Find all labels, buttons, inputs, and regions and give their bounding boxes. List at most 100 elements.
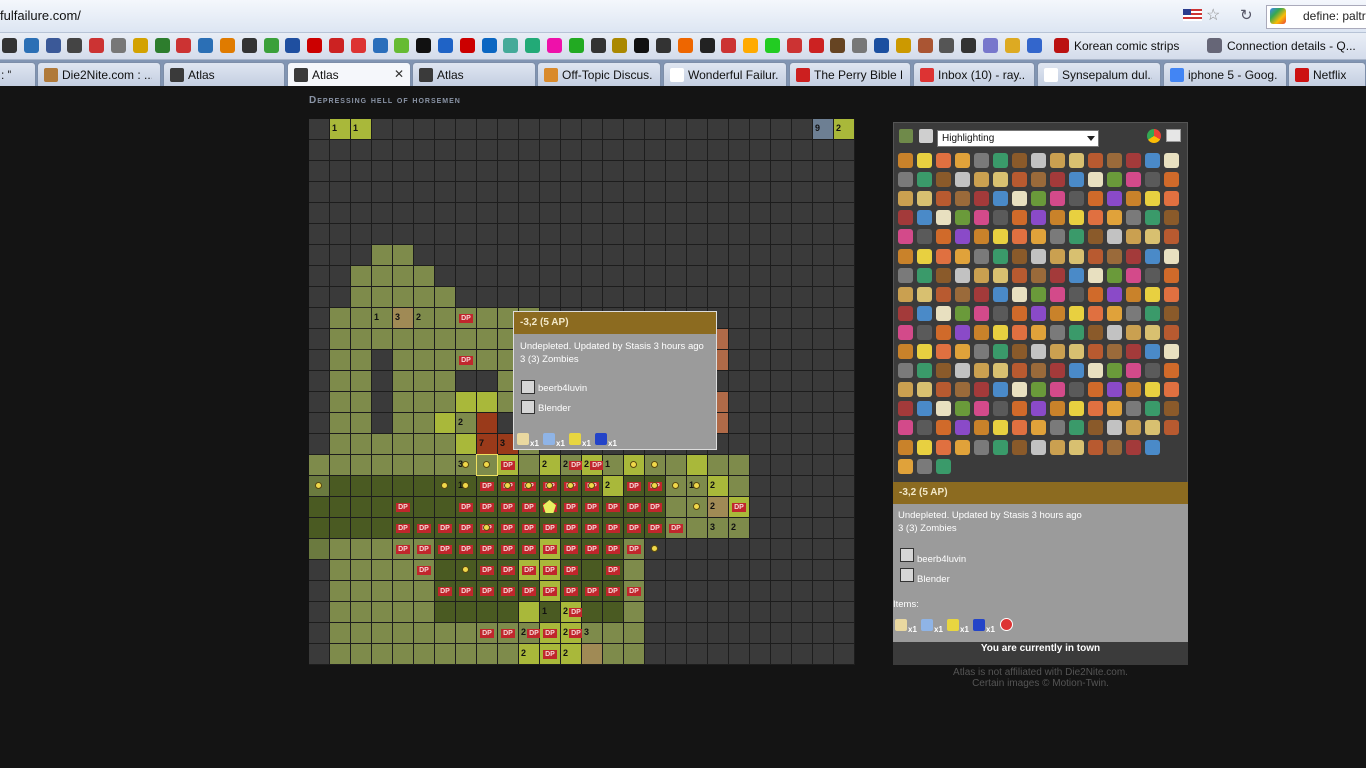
map-zone[interactable] [309,140,329,160]
map-zone[interactable] [372,203,392,223]
map-zone[interactable] [687,203,707,223]
item-filter-icon[interactable] [936,458,951,474]
item-filter-icon[interactable] [1031,210,1046,226]
map-zone[interactable] [771,434,791,454]
map-zone[interactable] [687,602,707,622]
item-filter-icon[interactable] [1012,153,1027,168]
map-zone[interactable]: 7 [477,434,497,454]
map-zone[interactable] [351,161,371,181]
map-zone[interactable] [582,140,602,160]
remove-icon[interactable] [1000,618,1013,631]
item-filter-icon[interactable] [993,305,1008,321]
item-filter-icon[interactable] [1126,191,1141,207]
map-zone[interactable] [792,434,812,454]
map-zone[interactable] [351,308,371,328]
item-filter-icon[interactable] [1050,191,1065,207]
map-zone[interactable] [792,455,812,475]
map-zone[interactable] [750,140,770,160]
map-zone[interactable] [792,476,812,496]
tools-icon[interactable] [919,129,933,143]
map-zone[interactable]: DP [603,518,623,538]
map-zone[interactable] [561,161,581,181]
map-zone[interactable] [414,413,434,433]
map-zone[interactable] [393,350,413,370]
item-filter-icon[interactable] [1107,229,1122,245]
map-zone[interactable] [330,161,350,181]
map-zone[interactable] [666,623,686,643]
item-filter-icon[interactable] [1069,382,1084,398]
item-filter-icon[interactable] [1031,363,1046,379]
item-filter-icon[interactable] [1164,172,1179,188]
map-zone[interactable] [372,392,392,412]
map-zone[interactable] [792,203,812,223]
item-filter-icon[interactable] [936,344,951,359]
item-filter-icon[interactable] [1088,382,1103,398]
map-zone[interactable] [330,203,350,223]
map-zone[interactable] [771,287,791,307]
map-zone[interactable] [729,455,749,475]
map-zone[interactable] [351,266,371,286]
item-filter-icon[interactable] [974,382,989,398]
item-filter-icon[interactable] [1012,305,1027,321]
map-zone[interactable]: 2 DP [561,623,583,643]
item-filter-icon[interactable] [898,191,913,207]
map-zone[interactable] [792,329,812,349]
map-zone[interactable] [729,623,749,643]
item-filter-icon[interactable] [974,267,989,283]
item-filter-icon[interactable] [1050,439,1065,455]
map-zone[interactable] [603,287,623,307]
item-filter-icon[interactable] [917,458,932,474]
map-zone[interactable] [729,203,749,223]
map-zone[interactable] [330,518,350,538]
map-zone[interactable] [519,266,539,286]
map-zone[interactable] [309,287,329,307]
map-zone[interactable] [708,287,728,307]
item-filter-icon[interactable] [1088,420,1103,436]
map-zone[interactable]: 2 [708,476,728,496]
item-filter-icon[interactable] [1164,363,1179,379]
item-filter-icon[interactable] [936,324,951,340]
map-zone[interactable] [729,476,749,496]
map-zone[interactable] [393,119,413,139]
browser-tab[interactable]: Synsepalum dul... [1037,62,1161,86]
map-zone[interactable] [813,392,833,412]
map-zone[interactable] [666,119,686,139]
map-zone[interactable] [456,287,476,307]
map-zone[interactable]: 9 [813,119,833,139]
map-zone[interactable] [477,161,497,181]
address-bar[interactable]: fulfailure.com/ ☆ ↻ define: paltr [0,0,1366,33]
item-filter-icon[interactable] [1069,172,1084,188]
item-filter-icon[interactable] [1145,401,1160,417]
map-zone[interactable] [540,203,560,223]
map-zone[interactable] [750,224,770,244]
map-zone[interactable] [435,266,455,286]
map-zone[interactable] [330,581,350,601]
bookmark-favicon-icon[interactable] [1004,38,1020,53]
map-zone[interactable] [624,287,644,307]
map-zone[interactable] [792,119,812,139]
map-zone[interactable] [414,476,434,496]
map-zone[interactable] [813,266,833,286]
item-filter-icon[interactable] [993,382,1008,398]
item-filter-icon[interactable] [1088,210,1103,226]
map-zone[interactable] [813,245,833,265]
map-zone[interactable] [792,287,812,307]
map-zone[interactable]: 2 [519,644,539,664]
map-zone[interactable]: DP [540,497,560,517]
browser-tab[interactable]: Netflix [1288,62,1366,86]
map-zone[interactable] [708,455,728,475]
map-zone[interactable] [582,644,602,664]
map-zone[interactable] [792,581,812,601]
map-zone[interactable] [414,119,434,139]
map-zone[interactable] [330,308,350,328]
map-zone[interactable] [393,581,413,601]
map-zone[interactable] [561,140,581,160]
map-zone[interactable] [519,140,539,160]
map-zone[interactable] [435,623,455,643]
map-zone[interactable] [309,329,329,349]
item-filter-icon[interactable] [1069,248,1084,264]
item-filter-icon[interactable] [898,267,913,283]
item-filter-icon[interactable] [1069,229,1084,245]
map-zone[interactable] [771,392,791,412]
map-zone[interactable] [330,224,350,244]
